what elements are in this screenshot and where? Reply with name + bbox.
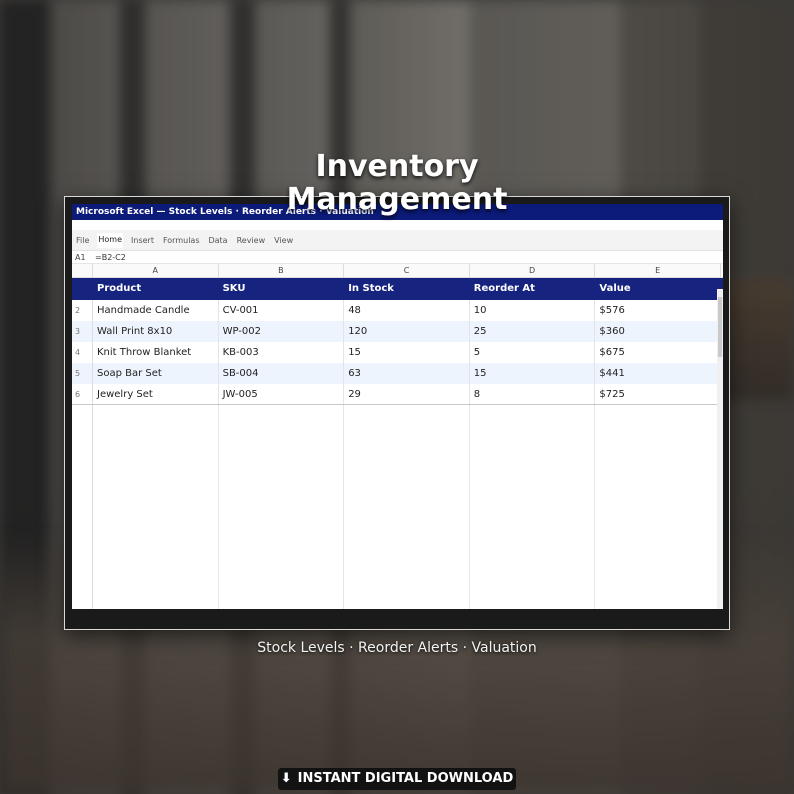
row-number[interactable] xyxy=(72,278,93,300)
table-cell[interactable]: CV-001 xyxy=(219,300,345,321)
ribbon-tabs: File Home Insert Formulas Data Review Vi… xyxy=(72,230,723,251)
row-number[interactable]: 4 xyxy=(72,342,93,363)
table-cell[interactable]: JW-005 xyxy=(219,384,345,404)
column-header-d[interactable]: D xyxy=(470,264,596,277)
table-cell[interactable]: 10 xyxy=(470,300,596,321)
hero-title-line1: Inventory xyxy=(315,149,479,184)
row-number[interactable]: 2 xyxy=(72,300,93,321)
tab-formulas[interactable]: Formulas xyxy=(162,234,201,247)
download-label: INSTANT DIGITAL DOWNLOAD xyxy=(297,771,514,786)
table-row: 3 Wall Print 8x10 WP-002 120 25 $360 xyxy=(72,321,723,342)
table-cell[interactable]: $675 xyxy=(595,342,721,363)
table-cell[interactable]: Jewelry Set xyxy=(93,384,219,404)
column-header-e[interactable]: E xyxy=(595,264,721,277)
table-cell[interactable]: $441 xyxy=(595,363,721,384)
table-cell[interactable]: Wall Print 8x10 xyxy=(93,321,219,342)
empty-column xyxy=(93,405,219,609)
subtitle: Stock Levels · Reorder Alerts · Valuatio… xyxy=(257,640,537,656)
table-cell[interactable]: 29 xyxy=(344,384,470,404)
table-cell[interactable]: WP-002 xyxy=(219,321,345,342)
table-cell[interactable]: Soap Bar Set xyxy=(93,363,219,384)
table-cell[interactable]: 48 xyxy=(344,300,470,321)
empty-column xyxy=(219,405,345,609)
table-cell[interactable]: 15 xyxy=(344,342,470,363)
row-number-column xyxy=(72,405,93,609)
column-header-b[interactable]: B xyxy=(219,264,345,277)
table-cell[interactable]: 25 xyxy=(470,321,596,342)
select-all-corner[interactable] xyxy=(72,264,93,277)
table-cell[interactable]: SB-004 xyxy=(219,363,345,384)
sheet-grid: A B C D E Product SKU In Stock Reorder A… xyxy=(72,264,723,609)
header-cell-value[interactable]: Value xyxy=(595,278,721,300)
column-headers: A B C D E xyxy=(72,264,723,278)
tab-data[interactable]: Data xyxy=(207,234,228,247)
tab-review[interactable]: Review xyxy=(236,234,267,247)
screen-frame: Microsoft Excel — Stock Levels · Reorder… xyxy=(64,196,730,630)
name-box[interactable]: A1 xyxy=(72,253,93,262)
header-cell-product[interactable]: Product xyxy=(93,278,219,300)
row-number[interactable]: 6 xyxy=(72,384,93,404)
header-cell-sku[interactable]: SKU xyxy=(219,278,345,300)
tab-insert[interactable]: Insert xyxy=(130,234,155,247)
table-cell[interactable]: $360 xyxy=(595,321,721,342)
tab-file[interactable]: File xyxy=(75,234,90,247)
table-cell[interactable]: 120 xyxy=(344,321,470,342)
spreadsheet-window: Microsoft Excel — Stock Levels · Reorder… xyxy=(72,204,723,609)
table-cell[interactable]: Knit Throw Blanket xyxy=(93,342,219,363)
hero-title-line2: Management xyxy=(286,182,508,217)
empty-column xyxy=(344,405,470,609)
scrollbar-thumb[interactable] xyxy=(718,297,722,357)
table-cell[interactable]: $576 xyxy=(595,300,721,321)
download-icon: ⬇ xyxy=(280,771,292,786)
column-header-c[interactable]: C xyxy=(344,264,470,277)
table-cell[interactable]: 63 xyxy=(344,363,470,384)
table-row: 4 Knit Throw Blanket KB-003 15 5 $675 xyxy=(72,342,723,363)
formula-input[interactable]: =B2-C2 xyxy=(93,253,126,262)
table-row: 6 Jewelry Set JW-005 29 8 $725 xyxy=(72,384,723,405)
table-row: 2 Handmade Candle CV-001 48 10 $576 xyxy=(72,300,723,321)
hero-title: Inventory Management xyxy=(0,150,794,216)
row-number[interactable]: 5 xyxy=(72,363,93,384)
vertical-scrollbar[interactable] xyxy=(717,289,723,609)
formula-bar: A1 =B2-C2 xyxy=(72,251,723,264)
table-cell[interactable]: 8 xyxy=(470,384,596,404)
header-cell-in-stock[interactable]: In Stock xyxy=(344,278,470,300)
empty-grid-area[interactable] xyxy=(72,405,721,609)
column-header-a[interactable]: A xyxy=(93,264,219,277)
download-badge: ⬇ INSTANT DIGITAL DOWNLOAD xyxy=(278,768,516,790)
table-header-row: Product SKU In Stock Reorder At Value xyxy=(72,278,723,300)
table-cell[interactable]: 5 xyxy=(470,342,596,363)
table-cell[interactable]: Handmade Candle xyxy=(93,300,219,321)
tab-view[interactable]: View xyxy=(273,234,294,247)
table-cell[interactable]: 15 xyxy=(470,363,596,384)
empty-column xyxy=(470,405,596,609)
row-number[interactable]: 3 xyxy=(72,321,93,342)
header-cell-reorder-at[interactable]: Reorder At xyxy=(470,278,596,300)
table-cell[interactable]: $725 xyxy=(595,384,721,404)
empty-column xyxy=(595,405,721,609)
table-row: 5 Soap Bar Set SB-004 63 15 $441 xyxy=(72,363,723,384)
table-cell[interactable]: KB-003 xyxy=(219,342,345,363)
tab-home[interactable]: Home xyxy=(97,232,124,248)
